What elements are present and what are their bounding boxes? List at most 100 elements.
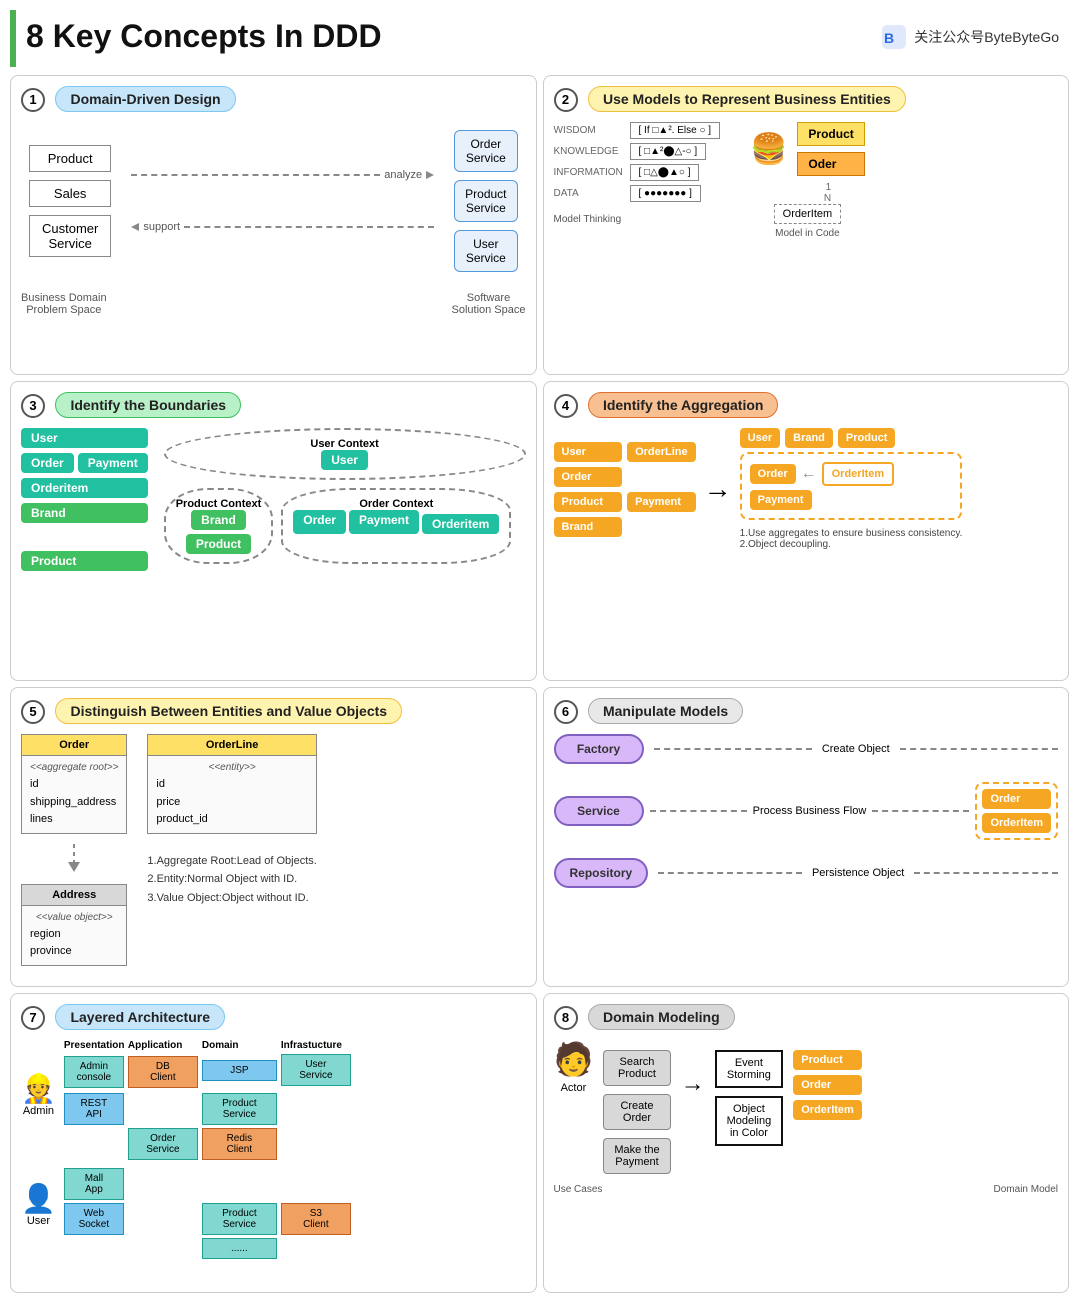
orderline-uml-header: OrderLine [148, 735, 315, 756]
s5-notes: 1.Aggregate Root:Lead of Objects. 2.Enti… [147, 852, 316, 908]
s7-col-headers: Presentation Application Domain Infrastu… [64, 1040, 351, 1051]
dm-order: Order [793, 1075, 862, 1095]
section-2: 2 Use Models to Represent Business Entit… [543, 75, 1070, 375]
user-context: User Context User [164, 428, 526, 480]
section-4: 4 Identify the Aggregation User OrderLin… [543, 381, 1070, 681]
domain-header: Domain [202, 1040, 277, 1051]
order-model-box: Oder [797, 152, 864, 176]
section-num-5: 5 [21, 700, 45, 724]
s4a-payment: Payment [750, 490, 953, 510]
s2-labels: Model Thinking [554, 214, 721, 225]
s5-left: Order <<aggregate root>> id shipping_add… [21, 734, 127, 966]
business-domain-label: Business DomainProblem Space [21, 292, 107, 316]
db-client-box: DBClient [128, 1056, 198, 1088]
section-8: 8 Domain Modeling 🧑 Actor SearchProduct … [543, 993, 1070, 1293]
user-service-box: UserService [454, 230, 517, 272]
s4a-user: User [740, 428, 780, 448]
event-storming-box: EventStorming [715, 1050, 784, 1088]
app-header: Application [128, 1040, 198, 1051]
s3-contexts: User Context User Product Context Brand … [164, 428, 526, 571]
service-line2 [872, 810, 969, 812]
s8-diagram: 🧑 Actor SearchProduct CreateOrder Make t… [554, 1040, 1059, 1174]
s5-right: OrderLine <<entity>> id price product_id… [147, 734, 316, 966]
section-title-5: Distinguish Between Entities and Value O… [55, 698, 402, 724]
process-business-label: Process Business Flow [753, 805, 867, 817]
section-num-3: 3 [21, 394, 45, 418]
s4a-orderitem: OrderItem [822, 462, 895, 486]
support-label: support [143, 221, 180, 233]
section-num-7: 7 [21, 1006, 45, 1030]
s4-after-top: User Brand Product [740, 428, 963, 448]
s8-arrow: → [681, 1070, 705, 1098]
customer-service-box: CustomerService [29, 215, 111, 257]
s2-diagram: WISDOM [ If □▲². Else ○ ] KNOWLEDGE [ □▲… [554, 122, 1059, 239]
sales-box: Sales [29, 180, 111, 207]
order-tag: Order [21, 453, 74, 473]
repository-row: Repository Persistence Object [554, 858, 1059, 888]
s4a-payment-box: Payment [750, 490, 812, 510]
service-line [650, 810, 747, 812]
s2-left: WISDOM [ If □▲². Else ○ ] KNOWLEDGE [ □▲… [554, 122, 721, 239]
data-row: DATA [ ●●●●●●● ] [554, 185, 721, 202]
order-context-label: Order Context [293, 498, 499, 510]
s8-usecases: SearchProduct CreateOrder Make thePaymen… [603, 1050, 670, 1174]
s4-product: Product [554, 492, 623, 512]
product-tag: Product [21, 551, 148, 571]
orderitem-tag: Orderitem [21, 478, 148, 498]
s2-boxes: Product Oder [797, 122, 864, 176]
payment-tag: Payment [78, 453, 148, 473]
section-title-6: Manipulate Models [588, 698, 743, 724]
pres-header: Presentation [64, 1040, 124, 1051]
s8-center: EventStorming ObjectModelingin Color [715, 1050, 784, 1146]
section-num-1: 1 [21, 88, 45, 112]
brand-context-tag: Brand [191, 510, 246, 530]
arrow-analyze: analyze [131, 169, 434, 181]
actor-icon: 🧑 [554, 1040, 594, 1078]
s8-domain-model: Product Order OrderItem [793, 1050, 862, 1120]
infra-header: Infrastucture [281, 1040, 351, 1051]
address-uml: Address <<value object>> region province [21, 884, 127, 966]
s4-diagram: User OrderLine Order Product Payment Bra… [554, 428, 1059, 550]
knowledge-row: KNOWLEDGE [ □▲²⬤△-○ ] [554, 143, 721, 160]
s4-brand: Brand [554, 517, 623, 537]
s4a-brand: Brand [785, 428, 833, 448]
s4a-product: Product [838, 428, 896, 448]
model-in-code-label: Model in Code [775, 228, 839, 239]
uml-arrow-down [21, 844, 127, 874]
product-context-label: Product Context [176, 498, 262, 510]
section-title-1: Domain-Driven Design [55, 86, 235, 112]
order-item-box: OrderItem [774, 204, 842, 224]
ddd-labels: Business DomainProblem Space SoftwareSol… [21, 288, 526, 316]
create-object-label: Create Object [822, 743, 890, 755]
section-title-4: Identify the Aggregation [588, 392, 778, 418]
user-label: User [21, 1215, 56, 1227]
s4-before: User OrderLine Order Product Payment Bra… [554, 442, 696, 537]
order-service-box: OrderService [454, 130, 517, 172]
section-num-2: 2 [554, 88, 578, 112]
order-service-arch-box: OrderService [128, 1128, 198, 1160]
s5-diagram: Order <<aggregate root>> id shipping_add… [21, 734, 526, 966]
order-uml-header: Order [22, 735, 126, 756]
s7-row3: MallApp OrderService RedisClient [64, 1128, 351, 1200]
ddd-right: OrderService ProductService UserService [454, 130, 517, 272]
brand-tag: Brand [21, 503, 148, 523]
persistence-label: Persistence Object [812, 867, 904, 879]
service-row: Service Process Business Flow Order Orde… [554, 782, 1059, 840]
product-order-contexts: Product Context Brand Product Order Cont… [164, 488, 526, 564]
admin-label: Admin [21, 1105, 56, 1117]
domain-model-label: Domain Model [994, 1184, 1058, 1195]
object-modeling-box: ObjectModelingin Color [715, 1096, 784, 1146]
s7-row1: JSP Adminconsole UserService DBClient [64, 1054, 351, 1090]
s3-entities: User Order Payment Orderitem Brand Produ… [21, 428, 148, 571]
address-uml-header: Address [22, 885, 126, 906]
orderline-uml: OrderLine <<entity>> id price product_id [147, 734, 316, 834]
s8-actor: 🧑 Actor [554, 1040, 594, 1094]
actor-label: Actor [561, 1082, 587, 1094]
information-row: INFORMATION [ □△⬤▲○ ] [554, 164, 721, 181]
search-product-box: SearchProduct [603, 1050, 670, 1086]
service-oval: Service [554, 796, 644, 826]
dm-orderitem: OrderItem [793, 1100, 862, 1120]
s4-after: User Brand Product Order ← OrderItem Pay… [740, 428, 963, 550]
analyze-label: analyze [384, 169, 422, 181]
more-services-box: ...... [202, 1238, 277, 1259]
